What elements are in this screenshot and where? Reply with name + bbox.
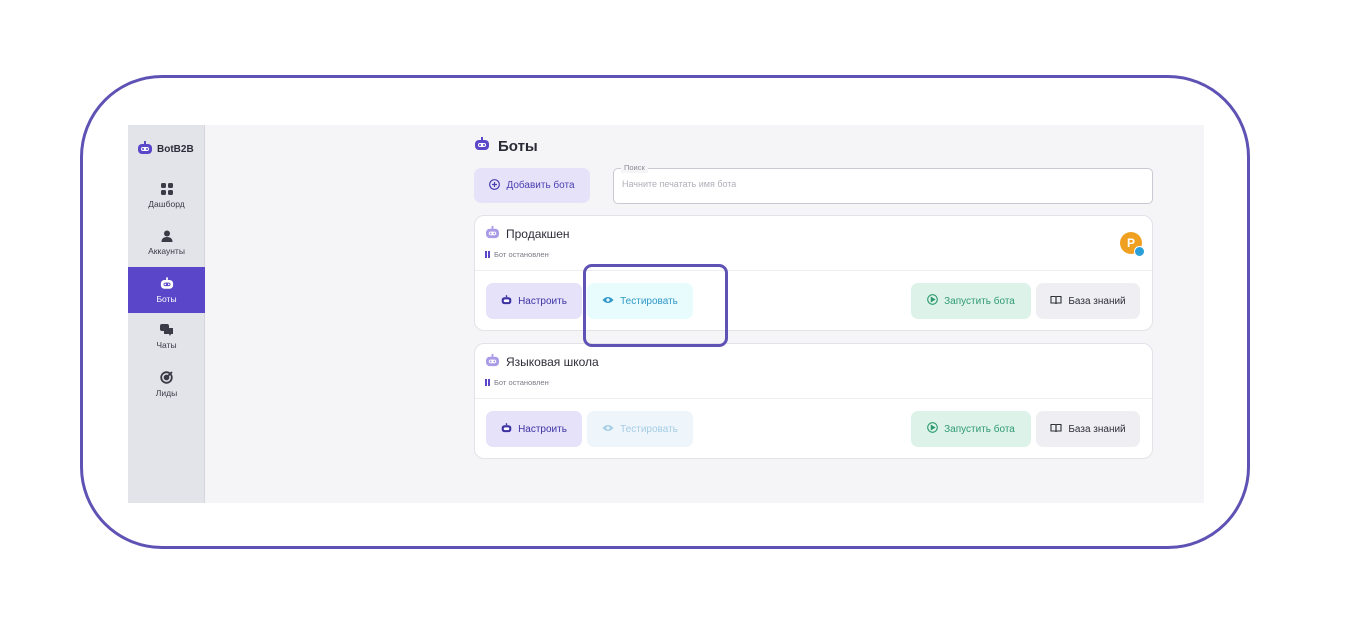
sidebar-item-label: Боты <box>156 293 177 304</box>
knowledge-base-button[interactable]: База знаний <box>1036 411 1140 447</box>
divider <box>475 270 1152 271</box>
knowledge-base-label: База знаний <box>1068 423 1126 435</box>
dashboard-grid-icon <box>160 183 173 195</box>
sidebar-item-bots[interactable]: Боты <box>128 267 205 313</box>
search-label: Поиск <box>621 163 648 173</box>
run-label: Запустить бота <box>944 423 1015 435</box>
play-circle-icon <box>927 422 938 436</box>
divider <box>475 398 1152 399</box>
configure-button[interactable]: Настроить <box>486 283 582 319</box>
bot-status: Бот остановлен <box>485 378 549 387</box>
bot-name: Продакшен <box>506 227 570 241</box>
highlight-box <box>583 264 728 347</box>
run-bot-button[interactable]: Запустить бота <box>911 411 1031 447</box>
chat-icon <box>160 324 173 336</box>
book-icon <box>1050 295 1062 308</box>
bot-icon <box>501 294 512 308</box>
configure-button[interactable]: Настроить <box>486 411 582 447</box>
telegram-icon <box>1134 246 1145 257</box>
target-icon <box>160 370 173 384</box>
logo[interactable]: BotB2B <box>137 141 194 158</box>
pause-icon <box>485 379 490 386</box>
sidebar-item-label: Лиды <box>155 387 178 398</box>
avatar[interactable]: P <box>1120 232 1145 257</box>
bot-icon <box>474 137 490 155</box>
configure-label: Настроить <box>518 423 567 435</box>
sidebar: BotB2B Дашборд Аккаунты Боты Чаты Лиды <box>128 125 205 503</box>
search-input[interactable] <box>622 179 1142 189</box>
sidebar-item-label: Чаты <box>156 340 177 350</box>
search-field: Поиск <box>613 163 1153 204</box>
knowledge-base-label: База знаний <box>1068 295 1126 307</box>
book-icon <box>1050 423 1062 436</box>
logo-text: BotB2B <box>157 144 194 155</box>
eye-icon <box>602 424 614 435</box>
page-title: Боты <box>474 137 538 155</box>
bot-status-text: Бот остановлен <box>494 250 549 259</box>
bot-status-text: Бот остановлен <box>494 378 549 387</box>
configure-label: Настроить <box>518 295 567 307</box>
sidebar-item-accounts[interactable]: Аккаунты <box>128 220 205 266</box>
knowledge-base-button[interactable]: База знаний <box>1036 283 1140 319</box>
run-bot-button[interactable]: Запустить бота <box>911 283 1031 319</box>
plus-circle-icon <box>489 178 501 193</box>
bot-card-header: Языковая школа <box>485 354 599 370</box>
bot-card-header: Продакшен <box>485 226 570 242</box>
bot-logo-icon <box>137 141 153 158</box>
bot-name: Языковая школа <box>506 355 599 369</box>
bot-icon <box>501 422 512 436</box>
bot-icon <box>160 276 174 290</box>
test-label: Тестировать <box>620 423 678 435</box>
bot-icon <box>485 226 500 242</box>
add-bot-label: Добавить бота <box>506 180 575 191</box>
play-circle-icon <box>927 294 938 308</box>
add-bot-button[interactable]: Добавить бота <box>474 168 590 203</box>
test-button[interactable]: Тестировать <box>587 411 693 447</box>
sidebar-item-leads[interactable]: Лиды <box>128 361 205 407</box>
page-title-text: Боты <box>498 137 538 155</box>
bot-card: Языковая школа Бот остановлен Настроить … <box>474 343 1153 459</box>
sidebar-item-label: Дашборд <box>148 199 185 209</box>
bot-icon <box>485 354 500 370</box>
sidebar-item-label: Аккаунты <box>148 246 185 256</box>
sidebar-item-dashboard[interactable]: Дашборд <box>128 173 205 219</box>
sidebar-item-chats[interactable]: Чаты <box>128 314 205 360</box>
pause-icon <box>485 251 490 258</box>
run-label: Запустить бота <box>944 295 1015 307</box>
bot-status: Бот остановлен <box>485 250 549 259</box>
user-icon <box>161 230 173 242</box>
bot-card: Продакшен Бот остановлен P Настроить Тес… <box>474 215 1153 331</box>
